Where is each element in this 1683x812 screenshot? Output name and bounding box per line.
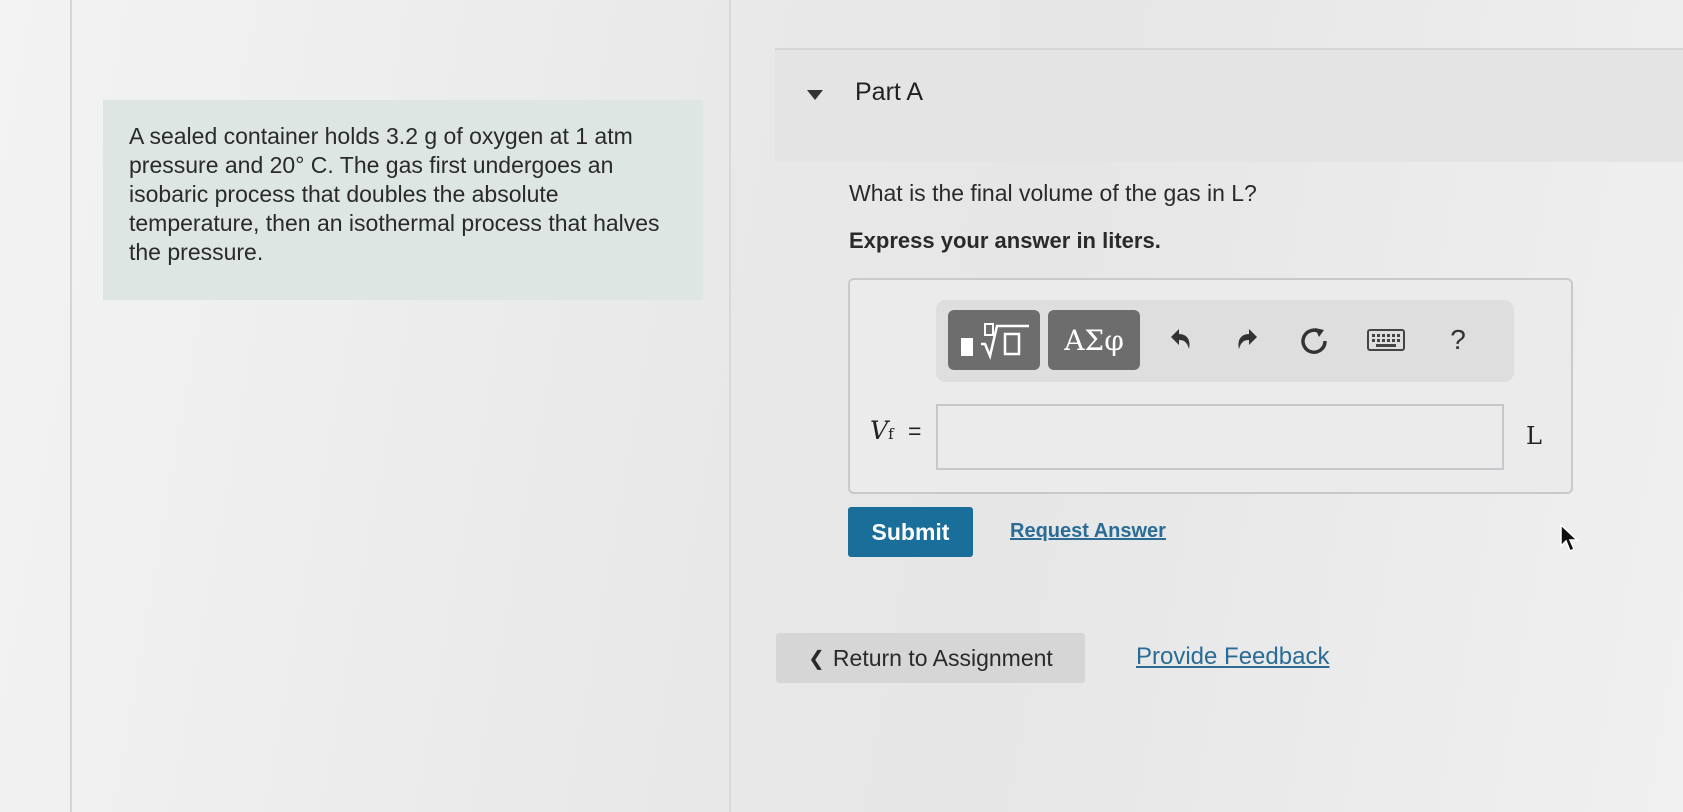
keyboard-icon xyxy=(1367,329,1405,351)
chevron-left-icon: ❮ xyxy=(808,647,825,670)
variable-subscript: f xyxy=(888,425,894,443)
submit-button[interactable]: Submit xyxy=(848,507,973,557)
part-title: Part A xyxy=(855,78,924,106)
redo-button[interactable] xyxy=(1226,318,1270,362)
answer-instruction: Express your answer in liters. xyxy=(849,228,1161,253)
return-label: Return to Assignment xyxy=(832,644,1053,671)
reset-icon xyxy=(1301,328,1327,354)
redo-icon xyxy=(1238,329,1257,349)
return-to-assignment-button[interactable]: ❮ Return to Assignment xyxy=(776,633,1085,683)
answer-input[interactable] xyxy=(936,404,1504,470)
part-header[interactable]: Part A xyxy=(775,48,1683,162)
collapse-triangle-icon[interactable] xyxy=(807,90,823,100)
undo-icon xyxy=(1171,329,1190,349)
greek-symbols-button[interactable]: ΑΣφ xyxy=(1048,310,1140,370)
question-text: What is the final volume of the gas in L… xyxy=(849,180,1257,206)
variable-symbol: V xyxy=(870,416,889,445)
templates-button[interactable] xyxy=(948,310,1040,370)
keyboard-button[interactable] xyxy=(1364,318,1408,362)
problem-statement: A sealed container holds 3.2 g of oxygen… xyxy=(103,100,703,300)
math-toolbar: ΑΣφ ? xyxy=(936,300,1514,382)
problem-text: A sealed container holds 3.2 g of oxygen… xyxy=(129,123,660,265)
provide-feedback-link[interactable]: Provide Feedback xyxy=(1136,643,1329,671)
unit-label: L xyxy=(1526,422,1542,450)
equals-sign: = xyxy=(908,418,922,444)
column-divider xyxy=(729,0,731,812)
help-icon[interactable]: ? xyxy=(1436,318,1480,362)
undo-button[interactable] xyxy=(1158,318,1202,362)
variable-label: Vf xyxy=(870,416,894,445)
answer-panel: ΑΣφ ? Vf = L xyxy=(848,278,1573,494)
templates-icon xyxy=(961,323,1029,360)
reset-button[interactable] xyxy=(1292,318,1336,362)
request-answer-link[interactable]: Request Answer xyxy=(1010,520,1166,543)
left-margin-rule xyxy=(70,0,72,812)
